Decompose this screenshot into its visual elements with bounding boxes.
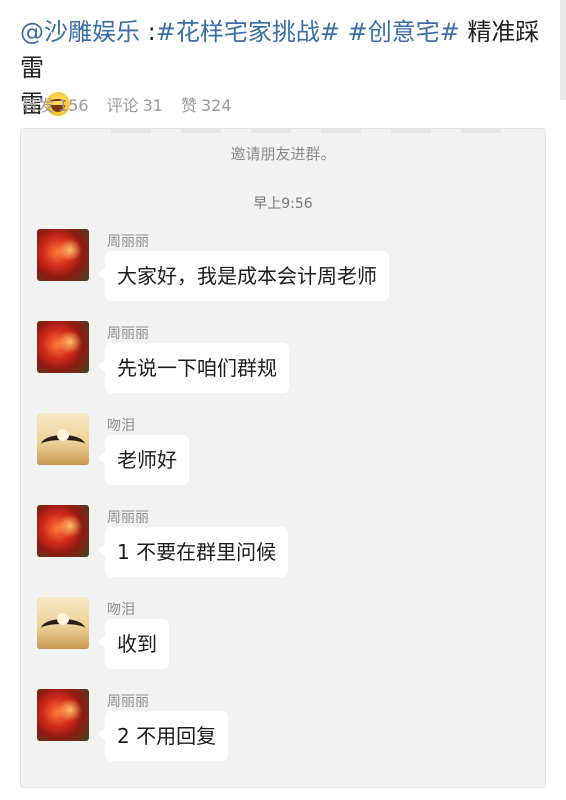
system-message: 邀请朋友进群。 <box>230 145 336 163</box>
hashtag-link-1[interactable]: #花样宅家挑战# <box>156 18 340 46</box>
like-count: 324 <box>200 96 232 115</box>
sunset-hands-avatar-icon[interactable] <box>37 413 89 465</box>
chat-screenshot[interactable]: 邀请朋友进群。 早上9:56 周丽丽 大家好，我是成本会计周老师 周丽丽 先说一… <box>20 128 546 788</box>
mention-link[interactable]: @沙雕娱乐 <box>20 18 140 46</box>
comment-count: 31 <box>142 96 163 115</box>
message-bubble[interactable]: 2 不用回复 <box>97 711 229 761</box>
post-colon: : <box>140 18 156 46</box>
chat-timestamp: 早上9:56 <box>253 196 313 212</box>
lily-flower-avatar-icon[interactable] <box>37 689 89 741</box>
sender-name: 周丽丽 <box>107 510 149 526</box>
message-bubble[interactable]: 收到 <box>98 619 169 669</box>
message-bubble[interactable]: 大家好，我是成本会计周老师 <box>98 251 389 301</box>
lily-flower-avatar-icon[interactable] <box>37 505 89 557</box>
sender-name: 周丽丽 <box>107 326 149 342</box>
sender-name: 吻泪 <box>107 418 135 434</box>
message-bubble[interactable]: 老师好 <box>98 435 189 485</box>
repost-label: 转发 <box>22 96 55 115</box>
cropped-text-line <box>111 129 505 133</box>
message-bubble[interactable]: 1 不要在群里问候 <box>97 527 289 577</box>
repost-count: 156 <box>58 96 89 115</box>
message-bubble[interactable]: 先说一下咱们群规 <box>98 343 289 393</box>
sender-name: 周丽丽 <box>107 234 149 250</box>
lily-flower-avatar-icon[interactable] <box>37 229 89 281</box>
like-label: 赞 <box>180 96 197 115</box>
sender-name: 周丽丽 <box>107 694 149 710</box>
sunset-hands-avatar-icon[interactable] <box>37 597 89 649</box>
post-stats: 转发 156 评论 31 赞 324 <box>22 92 232 116</box>
repost-stat[interactable]: 转发 156 <box>22 92 89 116</box>
comment-label: 评论 <box>106 96 139 115</box>
like-stat[interactable]: 赞 324 <box>181 92 232 116</box>
comment-stat[interactable]: 评论 31 <box>107 92 163 116</box>
sender-name: 吻泪 <box>107 602 135 618</box>
lily-flower-avatar-icon[interactable] <box>37 321 89 373</box>
hashtag-link-2[interactable]: #创意宅# <box>348 18 460 46</box>
scrollbar[interactable] <box>560 0 566 100</box>
